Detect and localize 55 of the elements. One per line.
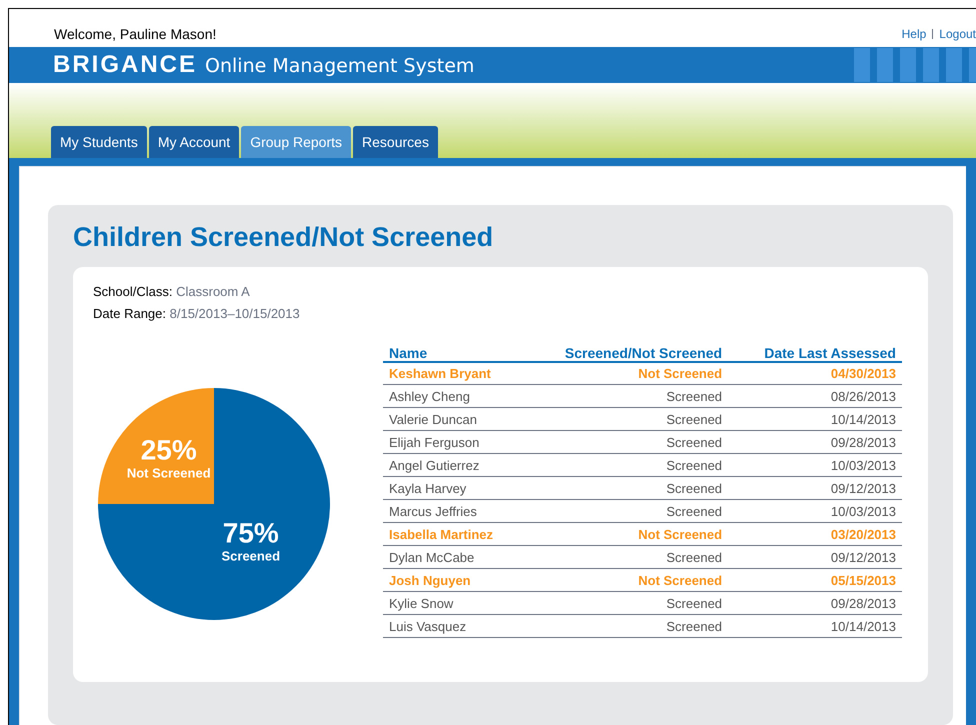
table-cell: Screened [523, 430, 728, 454]
table-cell: Screened [523, 476, 728, 500]
table-cell: Luis Vasquez [383, 614, 524, 638]
welcome-text: Welcome, Pauline Mason! [54, 24, 216, 44]
column-header: Name [383, 344, 524, 362]
header-link[interactable]: Help [902, 25, 926, 44]
nav-tab[interactable]: Resources [353, 126, 438, 158]
nav-tab[interactable]: My Students [51, 126, 147, 158]
table-cell: Not Screened [523, 362, 728, 385]
table-cell: Josh Nguyen [383, 568, 524, 592]
nav-tab[interactable]: Group Reports [241, 126, 352, 158]
table-cell: 10/14/2013 [728, 614, 902, 638]
report-title: Children Screened/Not Screened [73, 221, 494, 254]
filter-line: Date Range: 8/15/2013–10/15/2013 [93, 304, 301, 323]
table-cell: Not Screened [523, 522, 728, 546]
table-cell: 09/28/2013 [728, 430, 902, 454]
table-cell: Screened [523, 614, 728, 638]
table-cell: Screened [523, 500, 728, 523]
table-cell: 10/14/2013 [728, 408, 902, 431]
table-cell: Ashley Cheng [383, 384, 524, 408]
table-cell: Not Screened [523, 568, 728, 592]
slice-percent: 75% [222, 519, 279, 548]
table-cell: Screened [523, 408, 728, 431]
table-cell: 04/30/2013 [728, 362, 902, 385]
table-cell: 09/28/2013 [728, 592, 902, 615]
table-cell: Screened [523, 546, 728, 569]
slice-percent: 25% [140, 436, 197, 465]
column-header: Screened/Not Screened [523, 344, 728, 362]
table-cell: Kayla Harvey [383, 476, 524, 500]
table-cell: Isabella Martinez [383, 522, 524, 546]
header-link[interactable]: Logout [939, 25, 976, 44]
system-name: Online Management System [205, 54, 474, 80]
filter-line: School/Class: Classroom A [93, 282, 251, 301]
slice-label: Screened [222, 549, 280, 562]
table-cell: Screened [523, 592, 728, 615]
table-cell: Angel Gutierrez [383, 454, 524, 477]
slice-label: Not Screened [126, 466, 211, 480]
table-cell: 05/15/2013 [728, 568, 902, 592]
table-cell: 03/20/2013 [728, 522, 902, 546]
table-cell: 10/03/2013 [728, 500, 902, 523]
table-cell: Valerie Duncan [383, 408, 524, 431]
table-cell: 08/26/2013 [728, 384, 902, 408]
table-cell: Elijah Ferguson [383, 430, 524, 454]
table-cell: 10/03/2013 [728, 454, 902, 477]
nav-tab[interactable]: My Account [148, 126, 240, 158]
table-cell: 09/12/2013 [728, 476, 902, 500]
table-cell: Keshawn Bryant [383, 362, 524, 385]
table-cell: Screened [523, 454, 728, 477]
table-cell: Marcus Jeffries [383, 500, 524, 523]
brand-logo: BRIGANCE [53, 50, 198, 80]
table-cell: Dylan McCabe [383, 546, 524, 569]
table-cell: Kylie Snow [383, 592, 524, 615]
table-cell: 09/12/2013 [728, 546, 902, 569]
column-header: Date Last Assessed [728, 344, 902, 362]
table-cell: Screened [523, 384, 728, 408]
